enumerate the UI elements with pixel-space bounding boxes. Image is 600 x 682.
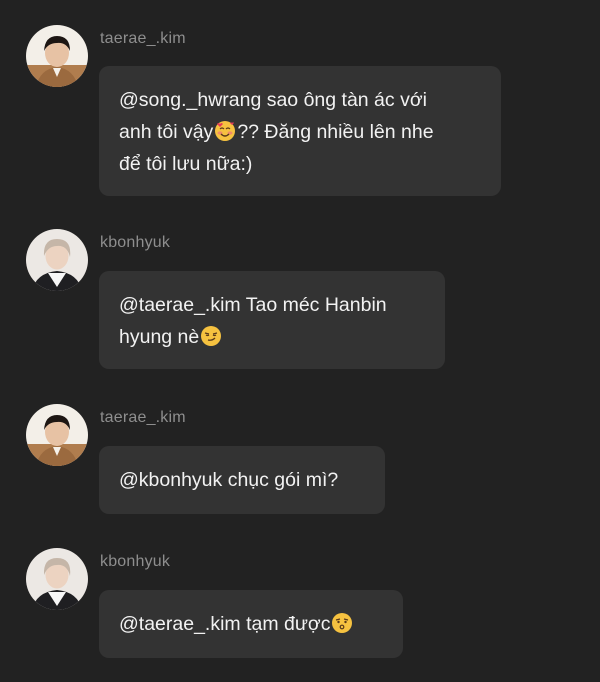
comment-bubble: @kbonhyuk chục gói mì? xyxy=(99,446,385,514)
comment-username[interactable]: kbonhyuk xyxy=(100,234,170,252)
kissing-face-emoji xyxy=(332,613,353,633)
comment-text-line: hyung nè xyxy=(119,321,425,353)
comment-username[interactable]: taerae_.kim xyxy=(100,30,186,48)
taerae-avatar-icon[interactable] xyxy=(26,25,88,87)
comment-bubble: @taerae_.kim Tao méc Hanbin hyung nè xyxy=(99,271,445,369)
comment-text-line: @kbonhyuk chục gói mì? xyxy=(119,469,339,491)
kbonhyuk-avatar-icon[interactable] xyxy=(26,229,88,291)
taerae-avatar-icon[interactable] xyxy=(26,404,88,466)
comment-bubble: @song._hwrang sao ông tàn ác với anh tôi… xyxy=(99,66,501,196)
comment-text-line: anh tôi vậy?? Đăng nhiều lên nhe xyxy=(119,121,434,143)
comment-text-line: @taerae_.kim Tao méc Hanbin xyxy=(119,294,387,316)
kbonhyuk-avatar-icon[interactable] xyxy=(26,548,88,610)
smiling-face-with-hearts-emoji xyxy=(215,121,236,141)
comment-bubble: @taerae_.kim tạm được xyxy=(99,590,403,658)
comment-username[interactable]: kbonhyuk xyxy=(100,553,170,571)
comment-text-line: để tôi lưu nữa:) xyxy=(119,153,253,175)
smirking-face-emoji xyxy=(201,326,222,346)
comment-text-line: @song._hwrang sao ông tàn ác với xyxy=(119,89,427,111)
comment-username[interactable]: taerae_.kim xyxy=(100,409,186,427)
comment-text-line: @taerae_.kim tạm được xyxy=(119,608,383,640)
